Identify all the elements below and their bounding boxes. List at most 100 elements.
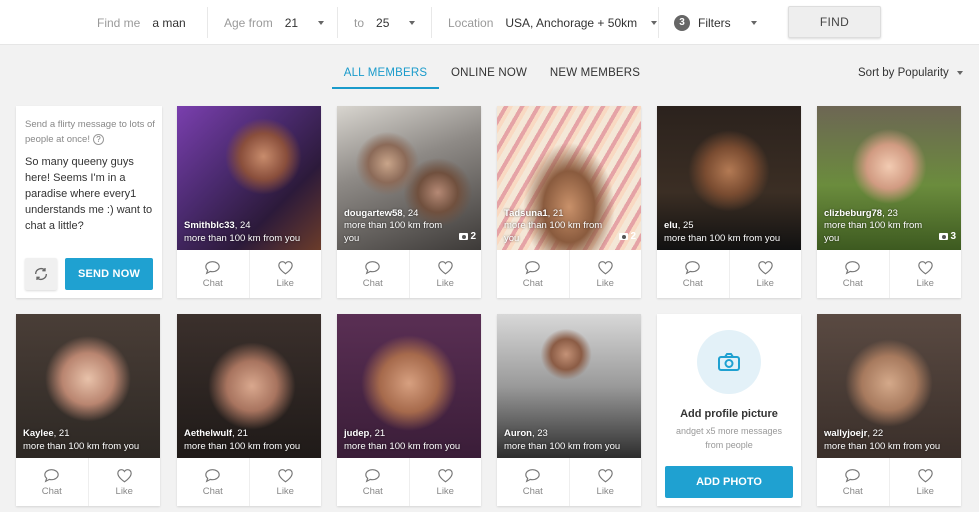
chat-label: Chat [202,485,223,497]
tab-all-members[interactable]: ALL MEMBERS [332,60,439,89]
like-button[interactable]: Like [568,458,642,506]
help-icon[interactable]: ? [92,133,104,145]
heart-icon [917,260,933,274]
like-button[interactable]: Like [888,458,962,506]
member-photo[interactable]: elu, 25 more than 100 km from you [657,106,801,250]
member-info: elu, 25 more than 100 km from you [664,220,797,245]
like-label: Like [276,277,294,289]
like-button[interactable]: Like [888,250,962,298]
like-button[interactable]: Like [728,250,802,298]
like-button[interactable]: Like [87,458,161,506]
heart-icon [437,468,453,482]
filters-label: Filters [698,15,731,30]
like-button[interactable]: Like [408,250,482,298]
location-select[interactable]: Location USA, Anchorage + 50km [448,0,658,45]
heart-icon [116,468,132,482]
add-photo-circle[interactable] [697,330,761,394]
chat-label: Chat [522,277,543,289]
chat-bubble-icon [365,468,381,483]
member-photo[interactable]: Aethelwulf, 21 more than 100 km from you [177,314,321,458]
heart-icon [277,260,293,274]
add-profile-picture-card: Add profile picture andget x5 more messa… [657,314,801,506]
member-photo[interactable]: Smithblc33, 24 more than 100 km from you [177,106,321,250]
heart-icon [757,260,773,274]
chat-label: Chat [522,485,543,497]
mass-message-text[interactable]: So many queeny guys here! Seems I'm in a… [25,154,157,234]
member-card: wallyjoejr, 22 more than 100 km from you C… [817,314,961,506]
member-photo[interactable]: dougartew58, 24 more than 100 km from you… [337,106,481,250]
age-to-label: to [354,15,365,30]
member-name: Kaylee [23,428,54,439]
member-info: Auron, 23 more than 100 km from you [504,428,637,453]
chat-button[interactable]: Chat [657,250,729,298]
member-name: elu [664,220,678,231]
heart-icon [597,468,613,482]
member-info: judep, 21 more than 100 km from you [344,428,477,453]
sort-select[interactable]: Sort by Popularity [858,67,963,79]
tab-online-now[interactable]: ONLINE NOW [447,60,531,89]
heart-icon [277,468,293,482]
chat-button[interactable]: Chat [16,458,88,506]
filters-count-badge: 3 [674,14,690,31]
like-button[interactable]: Like [568,250,642,298]
chat-bubble-icon [845,260,861,275]
chat-button[interactable]: Chat [177,458,249,506]
location-label: Location [448,15,494,30]
heart-icon [597,260,613,274]
refresh-button[interactable] [25,258,57,290]
chat-button[interactable]: Chat [497,458,569,506]
chat-button[interactable]: Chat [817,458,889,506]
age-from-select[interactable]: Age from 21 [224,0,325,45]
add-photo-button[interactable]: ADD PHOTO [665,466,793,498]
member-photo[interactable]: clizbeburg78, 23 more than 100 km from yo… [817,106,961,250]
member-actions: Chat Like [657,250,801,298]
age-from-value: 21 [284,15,299,30]
member-age: , 25 [677,220,694,231]
chat-button[interactable]: Chat [177,250,249,298]
filters-select[interactable]: 3 Filters [674,0,757,45]
like-label: Like [596,277,614,289]
chevron-down-icon [409,20,416,25]
camera-icon [459,233,469,240]
chat-button[interactable]: Chat [817,250,889,298]
member-actions: Chat Like [177,458,321,506]
chat-bubble-icon [205,260,221,275]
member-name: wallyjoejr [824,428,868,439]
divider [431,7,432,38]
member-photo[interactable]: wallyjoejr, 22 more than 100 km from you [817,314,961,458]
member-actions: Chat Like [817,250,961,298]
member-distance: more than 100 km from you [824,440,941,452]
like-button[interactable]: Like [408,458,482,506]
photo-count: 2 [459,231,476,242]
chat-button[interactable]: Chat [337,250,409,298]
member-distance: more than 100 km from you [824,220,923,244]
member-photo[interactable]: Tadsuna1, 21 more than 100 km from you 2 [497,106,641,250]
member-photo[interactable]: Auron, 23 more than 100 km from you [497,314,641,458]
member-age: , 24 [402,207,419,219]
chat-button[interactable]: Chat [497,250,569,298]
like-button[interactable]: Like [248,250,322,298]
find-me-field[interactable]: Find me a man [97,0,186,45]
photo-count: 2 [619,231,636,242]
find-button[interactable]: FIND [788,6,881,38]
photo-count-value: 3 [950,231,956,242]
member-age: , 24 [234,220,251,231]
member-photo[interactable]: judep, 21 more than 100 km from you [337,314,481,458]
like-label: Like [756,277,774,289]
chat-button[interactable]: Chat [337,458,409,506]
member-distance: more than 100 km from you [504,220,603,244]
like-button[interactable]: Like [248,458,322,506]
like-label: Like [596,485,614,497]
send-now-button[interactable]: SEND NOW [65,258,153,290]
photo-count-value: 2 [630,231,636,242]
member-distance: more than 100 km from you [184,440,301,452]
find-me-label: Find me [97,15,141,30]
member-info: clizbeburg78, 23 more than 100 km from yo… [824,208,957,246]
member-age: , 21 [369,428,386,439]
refresh-icon [35,268,47,280]
photo-count: 3 [939,231,956,242]
member-distance: more than 100 km from you [184,232,301,244]
age-to-select[interactable]: to 25 [354,0,416,45]
tab-new-members[interactable]: NEW MEMBERS [545,60,645,89]
member-photo[interactable]: Kaylee, 21 more than 100 km from you [16,314,160,458]
